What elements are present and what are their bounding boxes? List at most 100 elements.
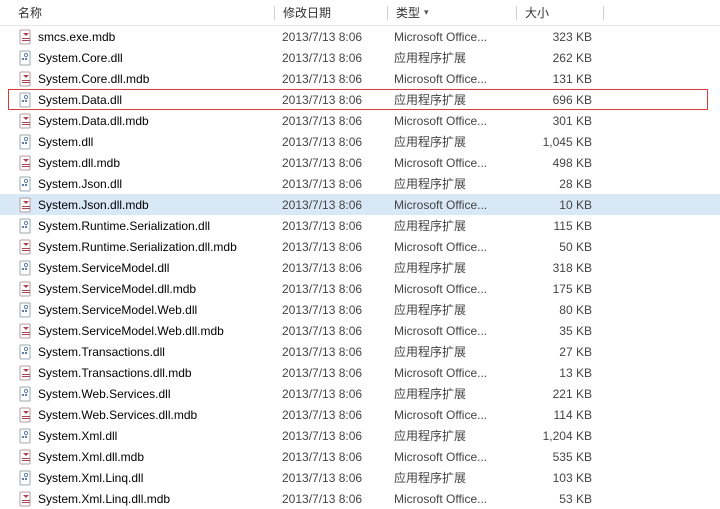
mdb-file-icon (18, 197, 34, 213)
file-name: System.Data.dll (38, 93, 122, 107)
cell-type: 应用程序扩展 (386, 217, 514, 234)
cell-date: 2013/7/13 8:06 (274, 387, 386, 401)
table-row[interactable]: System.dll2013/7/13 8:06应用程序扩展1,045 KB (0, 131, 720, 152)
cell-type: 应用程序扩展 (386, 91, 514, 108)
cell-date: 2013/7/13 8:06 (274, 366, 386, 380)
cell-type: Microsoft Office... (386, 114, 514, 128)
table-row[interactable]: System.Data.dll.mdb 2013/7/13 8:06Microso… (0, 110, 720, 131)
file-name: System.Runtime.Serialization.dll (38, 219, 210, 233)
table-row[interactable]: System.Core.dll.mdb2013/7/13 8:06Microso… (0, 68, 720, 89)
cell-size: 13 KB (514, 366, 600, 380)
cell-name: System.Transactions.dll (0, 344, 274, 360)
cell-type: Microsoft Office... (386, 450, 514, 464)
cell-date: 2013/7/13 8:06 (274, 219, 386, 233)
dll-file-icon (18, 260, 34, 276)
cell-size: 103 KB (514, 471, 600, 485)
table-row[interactable]: System.Runtime.Serialization.dll.mdb2013… (0, 236, 720, 257)
table-row[interactable]: System.Web.Services.dll2013/7/13 8:06应用程… (0, 383, 720, 404)
table-row[interactable]: System.Transactions.dll 2013/7/13 8:06应用程… (0, 341, 720, 362)
cell-date: 2013/7/13 8:06 (274, 429, 386, 443)
file-name: System.Json.dll.mdb (38, 198, 149, 212)
cell-name: System.dll.mdb (0, 155, 274, 171)
cell-size: 131 KB (514, 72, 600, 86)
cell-date: 2013/7/13 8:06 (274, 114, 386, 128)
cell-date: 2013/7/13 8:06 (274, 345, 386, 359)
cell-date: 2013/7/13 8:06 (274, 324, 386, 338)
table-row[interactable]: System.ServiceModel.Web.dll.mdb2013/7/13… (0, 320, 720, 341)
table-row[interactable]: System.Data.dll2013/7/13 8:06应用程序扩展696 K… (0, 89, 720, 110)
cell-date: 2013/7/13 8:06 (274, 261, 386, 275)
mdb-file-icon (18, 407, 34, 423)
table-row[interactable]: System.Xml.Linq.dll.mdb2013/7/13 8:06Mic… (0, 488, 720, 509)
file-name: System.Xml.Linq.dll (38, 471, 143, 485)
table-row[interactable]: System.Xml.dll.mdb2013/7/13 8:06Microsof… (0, 446, 720, 467)
cell-type: 应用程序扩展 (386, 175, 514, 192)
file-list: smcs.exe.mdb2013/7/13 8:06Microsoft Offi… (0, 26, 720, 509)
column-header-name[interactable]: 名称 (0, 0, 274, 25)
file-name: System.Web.Services.dll (38, 387, 171, 401)
cell-date: 2013/7/13 8:06 (274, 282, 386, 296)
cell-type: Microsoft Office... (386, 240, 514, 254)
header-separator[interactable] (603, 6, 604, 20)
cell-type: 应用程序扩展 (386, 469, 514, 486)
cell-size: 1,204 KB (514, 429, 600, 443)
dll-file-icon (18, 470, 34, 486)
table-row[interactable]: System.Xml.Linq.dll2013/7/13 8:06应用程序扩展1… (0, 467, 720, 488)
cell-size: 28 KB (514, 177, 600, 191)
dll-file-icon (18, 134, 34, 150)
cell-size: 1,045 KB (514, 135, 600, 149)
column-header-type[interactable]: 类型 ▾ (388, 0, 516, 25)
cell-date: 2013/7/13 8:06 (274, 492, 386, 506)
cell-type: 应用程序扩展 (386, 343, 514, 360)
mdb-file-icon (18, 29, 34, 45)
cell-name: System.Xml.Linq.dll.mdb (0, 491, 274, 507)
table-row[interactable]: System.dll.mdb 2013/7/13 8:06Microsoft Of… (0, 152, 720, 173)
cell-date: 2013/7/13 8:06 (274, 408, 386, 422)
file-name: System.dll.mdb (38, 156, 120, 170)
cell-name: System.Xml.dll.mdb (0, 449, 274, 465)
cell-name: System.dll (0, 134, 274, 150)
cell-name: System.Json.dll (0, 176, 274, 192)
file-name: System.ServiceModel.dll (38, 261, 169, 275)
dll-file-icon (18, 344, 34, 360)
cell-size: 262 KB (514, 51, 600, 65)
cell-name: System.ServiceModel.dll (0, 260, 274, 276)
table-row[interactable]: System.Transactions.dll.mdb2013/7/13 8:0… (0, 362, 720, 383)
table-row[interactable]: smcs.exe.mdb 2013/7/13 8:06Microsoft Offi… (0, 26, 720, 47)
table-row[interactable]: System.Json.dll2013/7/13 8:06应用程序扩展28 KB (0, 173, 720, 194)
table-row[interactable]: System.Web.Services.dll.mdb2013/7/13 8:0… (0, 404, 720, 425)
cell-type: Microsoft Office... (386, 156, 514, 170)
dll-file-icon (18, 302, 34, 318)
cell-type: Microsoft Office... (386, 408, 514, 422)
cell-name: System.Xml.dll (0, 428, 274, 444)
cell-type: Microsoft Office... (386, 30, 514, 44)
column-header-size[interactable]: 大小 (517, 0, 603, 25)
cell-size: 27 KB (514, 345, 600, 359)
table-row[interactable]: System.ServiceModel.Web.dll2013/7/13 8:0… (0, 299, 720, 320)
cell-date: 2013/7/13 8:06 (274, 177, 386, 191)
file-name: System.Data.dll.mdb (38, 114, 149, 128)
file-name: smcs.exe.mdb (38, 30, 115, 44)
cell-type: 应用程序扩展 (386, 427, 514, 444)
cell-name: System.Json.dll.mdb (0, 197, 274, 213)
table-row[interactable]: System.Core.dll2013/7/13 8:06应用程序扩展262 K… (0, 47, 720, 68)
table-row[interactable]: System.Json.dll.mdb2013/7/13 8:06Microso… (0, 194, 720, 215)
cell-type: Microsoft Office... (386, 366, 514, 380)
table-row[interactable]: System.ServiceModel.dll.mdb2013/7/13 8:0… (0, 278, 720, 299)
cell-size: 53 KB (514, 492, 600, 506)
cell-date: 2013/7/13 8:06 (274, 135, 386, 149)
file-name: System.Core.dll (38, 51, 123, 65)
cell-type: Microsoft Office... (386, 324, 514, 338)
table-row[interactable]: System.Xml.dll2013/7/13 8:06应用程序扩展1,204 … (0, 425, 720, 446)
mdb-file-icon (18, 491, 34, 507)
cell-date: 2013/7/13 8:06 (274, 156, 386, 170)
file-name: System.Transactions.dll (38, 345, 165, 359)
cell-name: System.Core.dll (0, 50, 274, 66)
cell-size: 221 KB (514, 387, 600, 401)
cell-date: 2013/7/13 8:06 (274, 450, 386, 464)
table-row[interactable]: System.Runtime.Serialization.dll 2013/7/1… (0, 215, 720, 236)
cell-size: 114 KB (514, 408, 600, 422)
column-header-date[interactable]: 修改日期 (275, 0, 387, 25)
table-row[interactable]: System.ServiceModel.dll2013/7/13 8:06应用程… (0, 257, 720, 278)
cell-date: 2013/7/13 8:06 (274, 30, 386, 44)
